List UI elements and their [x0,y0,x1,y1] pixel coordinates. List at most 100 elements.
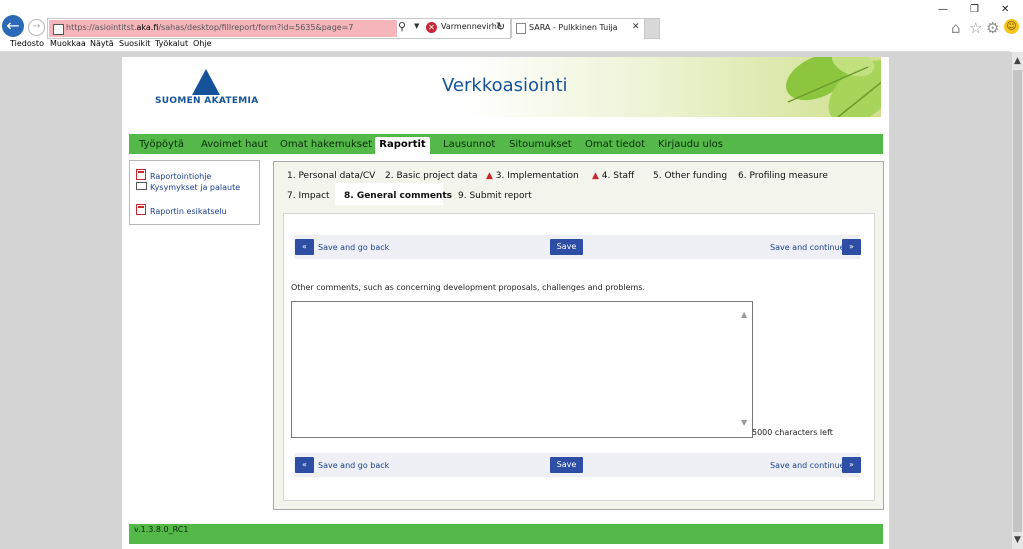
sidebar-item-esikatselu[interactable]: Raportin esikatselu [136,204,227,216]
page-column: SUOMEN AKATEMIA Verkkoasiointi Työpöytä … [122,57,889,549]
footer-bar: v.1.3.8.0_RC1 [129,524,883,544]
search-icon[interactable]: ⚲ [398,20,406,33]
characters-left-counter: 5000 characters left [752,428,833,437]
warning-icon: ▲ [592,171,599,181]
tab-profiling-measure[interactable]: 6. Profiling measure [738,171,828,181]
sidebar-item-label: Raportointiohje [150,172,212,181]
nav-item-sitoumukset[interactable]: Sitoumukset [509,139,572,150]
forward-button[interactable]: → [28,19,45,36]
tab-staff[interactable]: ▲ 4. Staff [592,171,634,181]
menu-favorites[interactable]: Suosikit [119,39,150,48]
warning-icon: ▲ [486,171,493,181]
tab-personal-data[interactable]: 1. Personal data/CV [287,171,375,181]
address-bar[interactable]: https://asiointitst.aka.fi/sahas/desktop… [47,18,511,39]
action-bar-bottom: « Save and go back Save Save and continu… [294,453,861,477]
report-panel: 1. Personal data/CV 2. Basic project dat… [273,161,884,510]
sidebar: Raportointiohje Kysymykset ja palaute Ra… [129,160,260,225]
home-icon[interactable]: ⌂ [951,19,961,37]
chevron-down-icon[interactable]: ▼ [414,22,419,30]
save-and-continue-link[interactable]: Save and continue [770,243,845,252]
continue-arrow-button[interactable]: » [842,457,861,473]
url-path: /sahas/desktop/fillreport/form?id=5635&p… [158,23,354,32]
nav-item-tyopoyta[interactable]: Työpöytä [139,139,184,150]
nav-item-omat-hakemukset[interactable]: Omat hakemukset [280,139,372,150]
scroll-down-icon[interactable]: ▼ [1012,535,1023,545]
save-and-go-back-link[interactable]: Save and go back [318,243,389,252]
sidebar-item-label: Kysymykset ja palaute [150,183,241,192]
go-back-arrow-button[interactable]: « [295,239,314,255]
url-text: https://asiointitst.aka.fi/sahas/desktop… [66,23,353,32]
tab-label: 3. Implementation [495,171,579,181]
pdf-icon [136,204,146,215]
nav-item-lausunnot[interactable]: Lausunnot [443,139,495,150]
menu-view[interactable]: Näytä [90,39,114,48]
mail-icon [136,182,147,190]
academy-logo-icon [192,69,220,95]
menu-edit[interactable]: Muokkaa [50,39,86,48]
banner-title: Verkkoasiointi [442,75,568,96]
gear-icon[interactable]: ⚙ [986,19,999,37]
nav-item-omat-tiedot[interactable]: Omat tiedot [585,139,645,150]
sidebar-item-kysymykset[interactable]: Kysymykset ja palaute [136,182,240,192]
nav-item-kirjaudu-ulos[interactable]: Kirjaudu ulos [658,139,723,150]
general-comments-textarea[interactable]: ▲ ▼ [291,301,753,438]
sidebar-item-label: Raportin esikatselu [150,207,227,216]
scroll-up-icon[interactable]: ▲ [741,310,747,319]
nav-item-raportit[interactable]: Raportit [375,137,430,154]
scroll-up-icon[interactable]: ▲ [1012,56,1023,66]
action-bar-top: « Save and go back Save Save and continu… [294,235,861,259]
logo-text: SUOMEN AKATEMIA [155,96,259,106]
save-button[interactable]: Save [550,457,583,473]
continue-arrow-button[interactable]: » [842,239,861,255]
save-and-continue-link[interactable]: Save and continue [770,461,845,470]
tab-label: 4. Staff [601,171,635,181]
certificate-error-label[interactable]: Varmennevirhe [441,22,502,31]
version-label: v.1.3.8.0_RC1 [134,525,189,534]
nav-item-avoimet-haut[interactable]: Avoimet haut [201,139,268,150]
favorites-star-icon[interactable]: ☆ [969,19,982,37]
site-banner: SUOMEN AKATEMIA Verkkoasiointi [122,57,881,117]
minimize-icon[interactable]: — [938,4,948,15]
scroll-down-icon[interactable]: ▼ [741,418,747,427]
step-tabs: 1. Personal data/CV 2. Basic project dat… [274,162,883,206]
tab-implementation[interactable]: ▲ 3. Implementation [486,171,579,181]
page-icon [53,24,64,35]
restore-icon[interactable]: ❐ [970,4,979,15]
tab-submit-report[interactable]: 9. Submit report [458,191,532,201]
scrollbar-thumb[interactable] [1013,70,1022,532]
save-and-go-back-link[interactable]: Save and go back [318,461,389,470]
pdf-icon [136,169,146,180]
main-nav: Työpöytä Avoimet haut Omat hakemukset Ra… [129,134,883,154]
feedback-smiley-icon[interactable]: ☺ [1004,19,1019,34]
menu-tools[interactable]: Työkalut [155,39,188,48]
url-host: aka.fi [136,23,159,32]
tab-general-comments[interactable]: 8. General comments [344,191,452,201]
page-viewport: SUOMEN AKATEMIA Verkkoasiointi Työpöytä … [0,52,1012,549]
close-window-icon[interactable]: ✕ [1001,4,1009,15]
go-back-arrow-button[interactable]: « [295,457,314,473]
new-tab-button[interactable] [644,18,660,39]
browser-tab[interactable]: SARA - Pulkkinen Tuija ✕ [511,18,645,38]
back-button[interactable]: ← [2,15,24,37]
sidebar-item-raportointiohje[interactable]: Raportointiohje [136,169,211,181]
close-tab-icon[interactable]: ✕ [632,22,640,32]
refresh-icon[interactable]: ↻ [496,20,505,33]
menu-file[interactable]: Tiedosto [10,39,44,48]
comments-prompt: Other comments, such as concerning devel… [291,283,646,292]
leaves-image [786,57,881,117]
menu-help[interactable]: Ohje [193,39,212,48]
tab-impact[interactable]: 7. Impact [287,191,330,201]
tab-basic-project-data[interactable]: 2. Basic project data [385,171,478,181]
browser-chrome: ← → https://asiointitst.aka.fi/sahas/des… [0,0,1023,39]
favicon-icon [516,23,526,34]
certificate-error-icon[interactable]: ✕ [426,22,437,33]
form-content: « Save and go back Save Save and continu… [283,213,875,501]
url-prefix: https://asiointitst. [66,23,137,32]
save-button[interactable]: Save [550,239,583,255]
tab-title: SARA - Pulkkinen Tuija [529,23,618,32]
page-scrollbar[interactable]: ▲ ▼ [1012,52,1023,549]
address-url-field[interactable]: https://asiointitst.aka.fi/sahas/desktop… [49,20,397,37]
nav-item-label: Raportit [379,139,426,150]
tab-other-funding[interactable]: 5. Other funding [653,171,727,181]
menu-bar: Tiedosto Muokkaa Näytä Suosikit Työkalut… [0,38,1023,51]
